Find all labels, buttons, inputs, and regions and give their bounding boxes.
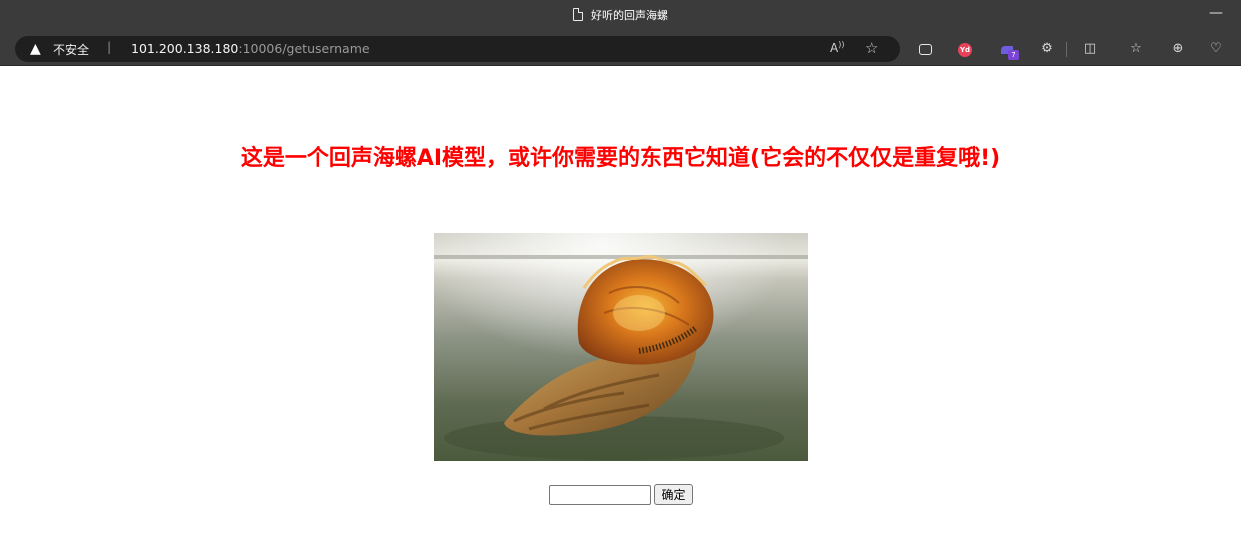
page-content: 这是一个回声海螺AI模型，或许你需要的东西它知道(它会的不仅仅是重复哦!) 确定	[0, 67, 1241, 552]
browser-tab[interactable]: 好听的回声海螺	[0, 8, 1241, 24]
username-input[interactable]	[549, 485, 651, 505]
collections-icon[interactable]: ⊕	[1170, 41, 1186, 57]
browser-toolbar: ▲ 不安全 | 101.200.138.180:10006/getusernam…	[0, 33, 1241, 66]
divider: |	[107, 39, 112, 54]
browser-title-bar: 好听的回声海螺 —	[0, 0, 1241, 33]
submit-button[interactable]: 确定	[654, 484, 693, 505]
add-favorite-star-icon[interactable]: ☆	[865, 39, 878, 57]
extension-badge: 7	[1008, 50, 1019, 60]
read-aloud-icon[interactable]: A))	[830, 40, 844, 55]
minimize-button[interactable]: —	[1209, 5, 1223, 21]
conch-shell-image	[434, 233, 808, 461]
url-text[interactable]: 101.200.138.180:10006/getusername	[131, 41, 370, 56]
url-path: :10006/getusername	[238, 41, 370, 56]
security-status[interactable]: 不安全	[53, 41, 89, 58]
purple-extension-icon[interactable]: 7	[999, 41, 1019, 60]
tab-title: 好听的回声海螺	[591, 9, 668, 22]
address-bar[interactable]: ▲ 不安全 | 101.200.138.180:10006/getusernam…	[15, 36, 900, 62]
browser-essentials-heart-icon[interactable]: ♡	[1208, 41, 1224, 57]
gamepad-extension-icon[interactable]	[917, 41, 933, 57]
split-screen-icon[interactable]: ◫	[1082, 41, 1098, 57]
favorites-icon[interactable]: ☆	[1128, 41, 1144, 57]
toolbar-divider	[1066, 42, 1067, 57]
youdao-extension-icon[interactable]: Yd	[957, 41, 973, 57]
page-headline: 这是一个回声海螺AI模型，或许你需要的东西它知道(它会的不仅仅是重复哦!)	[240, 146, 1001, 171]
extensions-puzzle-icon[interactable]: ⚙	[1039, 41, 1055, 57]
url-host: 101.200.138.180	[131, 41, 239, 56]
warning-icon[interactable]: ▲	[30, 41, 41, 57]
document-icon	[573, 8, 583, 21]
